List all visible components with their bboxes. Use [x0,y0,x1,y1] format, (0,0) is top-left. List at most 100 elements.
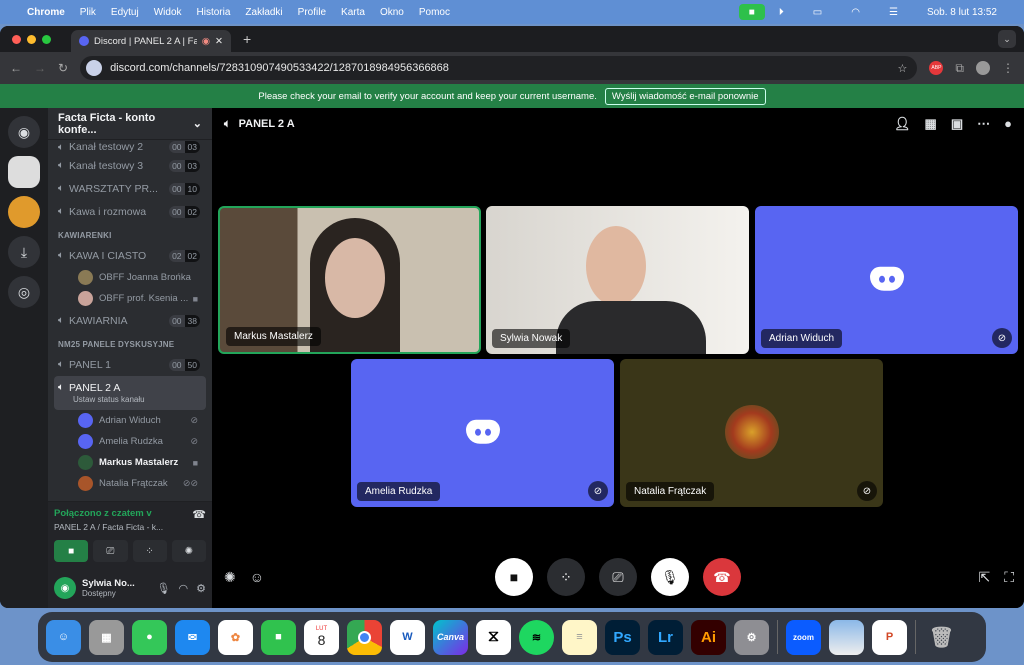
headphones-icon[interactable]: ◠ [179,582,189,595]
soundboard-button[interactable]: ✺ [171,540,206,562]
back-button[interactable]: ← [10,61,22,75]
dock-facetime[interactable]: ■ [261,619,296,655]
dock-capcut[interactable]: ⧖ [476,619,511,655]
dock-powerpoint[interactable]: P [872,619,907,655]
dock-zoom[interactable]: zoom [786,619,821,655]
dock-mail[interactable]: ✉ [175,619,210,655]
popout-icon[interactable]: ▣ [951,116,963,132]
activities-button[interactable]: ⁘ [547,558,585,596]
browser-tab[interactable]: Discord | PANEL 2 A | Fac ◉ ✕ [71,30,231,52]
adblock-extension-icon[interactable]: ABP [929,61,944,75]
video-tile[interactable]: Amelia Rudzka ⊘ [351,359,614,507]
share-screen-button[interactable]: ⎚ [93,540,128,562]
close-window-button[interactable] [12,34,21,44]
video-tile[interactable]: Sylwia Nowak [486,206,749,354]
category-kawiarenki[interactable]: KAWIARENKI [54,223,206,244]
dock-chrome[interactable] [347,619,382,655]
popout-icon[interactable]: ⇱ [978,569,990,586]
channel-panel-2a[interactable]: 🔈︎ PANEL 2 A Ustaw status kanału [54,376,206,410]
bookmark-star-icon[interactable]: ☆ [898,62,908,75]
voice-location[interactable]: PANEL 2 A / Facta Ficta - k... [54,522,206,532]
disconnect-icon[interactable]: ☎ [192,508,206,521]
server-icon-other[interactable] [8,196,40,228]
activities-button[interactable]: ⁘ [132,540,167,562]
avatar[interactable]: ◉ [54,577,76,599]
clock[interactable]: Sob. 8 lut 13:52 [927,7,997,18]
channel-warsztaty[interactable]: 🔈︎ WARSZTATY PR... 00 10 [54,177,206,200]
resend-email-button[interactable]: Wyślij wiadomość e-mail ponownie [604,87,766,105]
share-screen-button[interactable]: ⎚ [599,558,637,596]
layout-icon[interactable]: ▦ [925,116,937,132]
tab-search-button[interactable]: ⌄ [998,30,1016,48]
discord-home-icon[interactable]: ◉ [8,116,40,148]
channel-kawa-i-rozmowa[interactable]: 🔈︎ Kawa i rozmowa 00 02 [54,200,206,223]
menu-app[interactable]: Chrome [27,7,65,18]
dock-launchpad[interactable]: ▦ [89,619,124,655]
invite-icon[interactable]: 👤︎ [894,116,911,132]
voice-user[interactable]: OBFF Joanna Brońka [54,267,206,288]
control-center-icon[interactable]: ☰ [889,7,898,18]
battery-icon[interactable]: ▭ [813,7,822,18]
menu-widok[interactable]: Widok [154,7,182,18]
wifi-icon[interactable]: ◠ [851,7,860,18]
voice-user[interactable]: Amelia Rudzka ⊘ [54,431,206,452]
download-icon[interactable]: ⤓ [8,236,40,268]
close-tab-icon[interactable]: ✕ [215,36,223,47]
video-tile[interactable]: Adrian Widuch ⊘ [755,206,1018,354]
channel-panel-1[interactable]: 🔈︎ PANEL 1 00 50 [54,353,206,376]
menu-karta[interactable]: Karta [341,7,365,18]
channel-kanal-testowy-2[interactable]: 🔈︎ Kanał testowy 2 00 03 [54,140,206,154]
dock-spotify[interactable]: ≋ [519,619,554,655]
menu-plik[interactable]: Plik [80,7,96,18]
dock-system-settings[interactable]: ⚙ [734,619,769,655]
dock-photoshop[interactable]: Ps [605,619,640,655]
server-header[interactable]: Facta Ficta - konto konfe... ⌄ [48,108,212,140]
camera-toggle-button[interactable]: ■ [54,540,89,562]
forward-button[interactable]: → [34,61,46,75]
site-info-icon[interactable] [86,60,103,76]
voice-connected-label[interactable]: Połączono z czatem v [54,508,152,521]
camera-in-use-icon[interactable]: ■ [738,4,765,20]
category-nm25[interactable]: NM25 PANELE DYSKUSYJNE [54,332,206,353]
minimize-window-button[interactable] [27,34,36,44]
dock-canva[interactable]: Canva [433,619,468,655]
menu-edytuj[interactable]: Edytuj [111,7,139,18]
fullscreen-icon[interactable]: ⛶ [1004,569,1014,586]
browser-menu-icon[interactable]: ⋮ [1002,61,1014,75]
video-tile[interactable]: Natalia Frątczak ⊘ [620,359,883,507]
discover-compass-icon[interactable]: ◎ [8,276,40,308]
dock-preview[interactable] [829,619,864,655]
dock-finder[interactable]: ☺ [46,619,81,655]
dock-trash[interactable]: 🗑︎ [924,620,959,655]
server-icon-facta-ficta[interactable] [8,156,40,188]
maximize-window-button[interactable] [42,34,51,44]
voice-user[interactable]: Natalia Frątczak ⊘⊘ [54,473,206,494]
dock-lightroom[interactable]: Lr [648,619,683,655]
microphone-icon[interactable]: 🎙︎ [157,582,171,595]
chat-bubble-icon[interactable]: ● [1004,116,1012,132]
menu-zakladki[interactable]: Zakładki [245,7,282,18]
channel-kawa-i-ciasto[interactable]: 🔈︎ KAWA I CIASTO 02 02 [54,244,206,267]
address-bar[interactable]: discord.com/channels/728310907490533422/… [80,56,918,80]
dock-notes[interactable]: ≡ [562,619,597,655]
menu-historia[interactable]: Historia [197,7,231,18]
disconnect-button[interactable]: ☎ [703,558,741,596]
menu-profile[interactable]: Profile [298,7,326,18]
voice-user[interactable]: OBFF prof. Ksenia ... ■ [54,288,206,309]
microphone-button[interactable]: 🎙︎ [651,558,689,596]
extensions-icon[interactable]: ⧉ [955,61,964,76]
voice-user[interactable]: Markus Mastalerz ■ [54,452,206,473]
profile-avatar[interactable] [976,61,990,75]
dock-calendar[interactable]: LUT 8 [304,619,339,655]
channel-kanal-testowy-3[interactable]: 🔈︎ Kanał testowy 3 00 03 [54,154,206,177]
menu-okno[interactable]: Okno [380,7,404,18]
play-icon[interactable]: ⏵ [779,7,784,18]
dock-photos[interactable]: ✿ [218,619,253,655]
reload-button[interactable]: ↻ [58,61,68,75]
dock-illustrator[interactable]: Ai [691,619,726,655]
dock-word[interactable]: W [390,619,425,655]
menu-pomoc[interactable]: Pomoc [419,7,450,18]
camera-button[interactable]: ■ [495,558,533,596]
video-tile[interactable]: Markus Mastalerz [218,206,481,354]
more-icon[interactable]: ⋯ [977,116,990,132]
